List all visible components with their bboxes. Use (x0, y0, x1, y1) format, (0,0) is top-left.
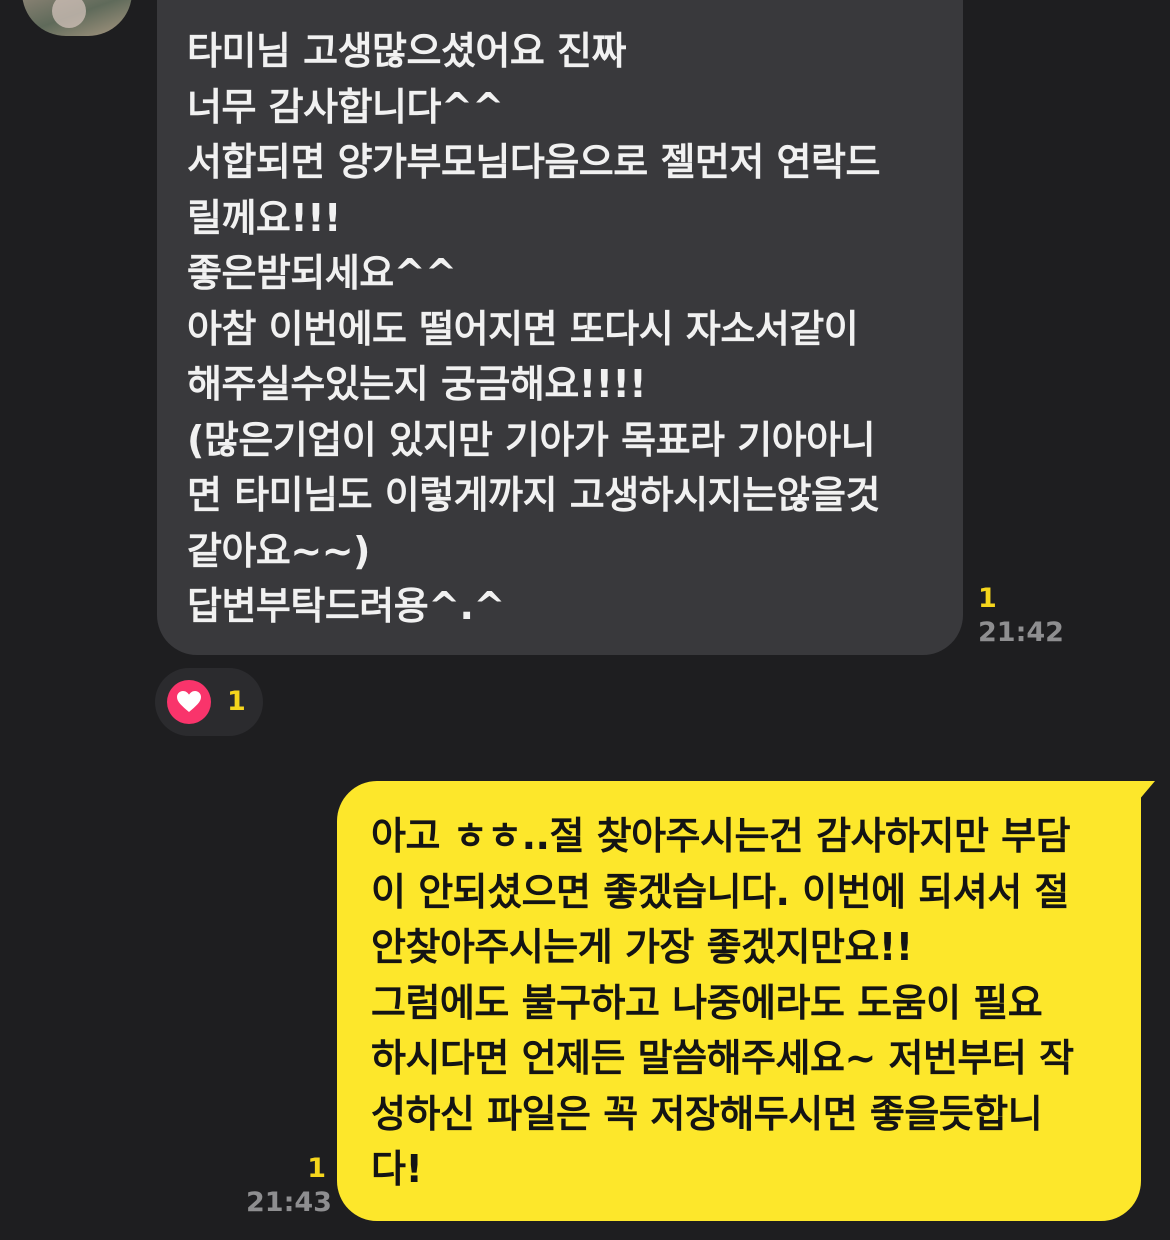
outgoing-message-meta: 1 21:43 (246, 1152, 332, 1220)
bubble-tail (1133, 781, 1155, 807)
incoming-message-text: 타미님 고생많으셨어요 진짜 너무 감사합니다^^ 서합되면 양가부모님다음으로… (187, 29, 880, 628)
heart-icon (167, 680, 211, 724)
incoming-timestamp: 21:42 (978, 617, 1064, 648)
outgoing-unread-count: 1 (307, 1153, 326, 1184)
reaction-count: 1 (227, 686, 246, 717)
outgoing-message-bubble[interactable]: 아고 ㅎㅎ..절 찾아주시는건 감사하지만 부담 이 안되셨으면 좋겠습니다. … (337, 781, 1155, 1221)
incoming-message-bubble[interactable]: 타미님 고생많으셨어요 진짜 너무 감사합니다^^ 서합되면 양가부모님다음으로… (157, 0, 963, 655)
outgoing-timestamp: 21:43 (246, 1187, 332, 1218)
chat-room: 타미님 고생많으셨어요 진짜 너무 감사합니다^^ 서합되면 양가부모님다음으로… (0, 0, 1170, 1240)
incoming-message-meta: 1 21:42 (978, 582, 1064, 650)
reaction-chip[interactable]: 1 (155, 668, 263, 736)
incoming-unread-count: 1 (978, 583, 997, 614)
sender-avatar[interactable] (22, 0, 132, 36)
outgoing-message-text: 아고 ㅎㅎ..절 찾아주시는건 감사하지만 부담 이 안되셨으면 좋겠습니다. … (371, 814, 1074, 1191)
